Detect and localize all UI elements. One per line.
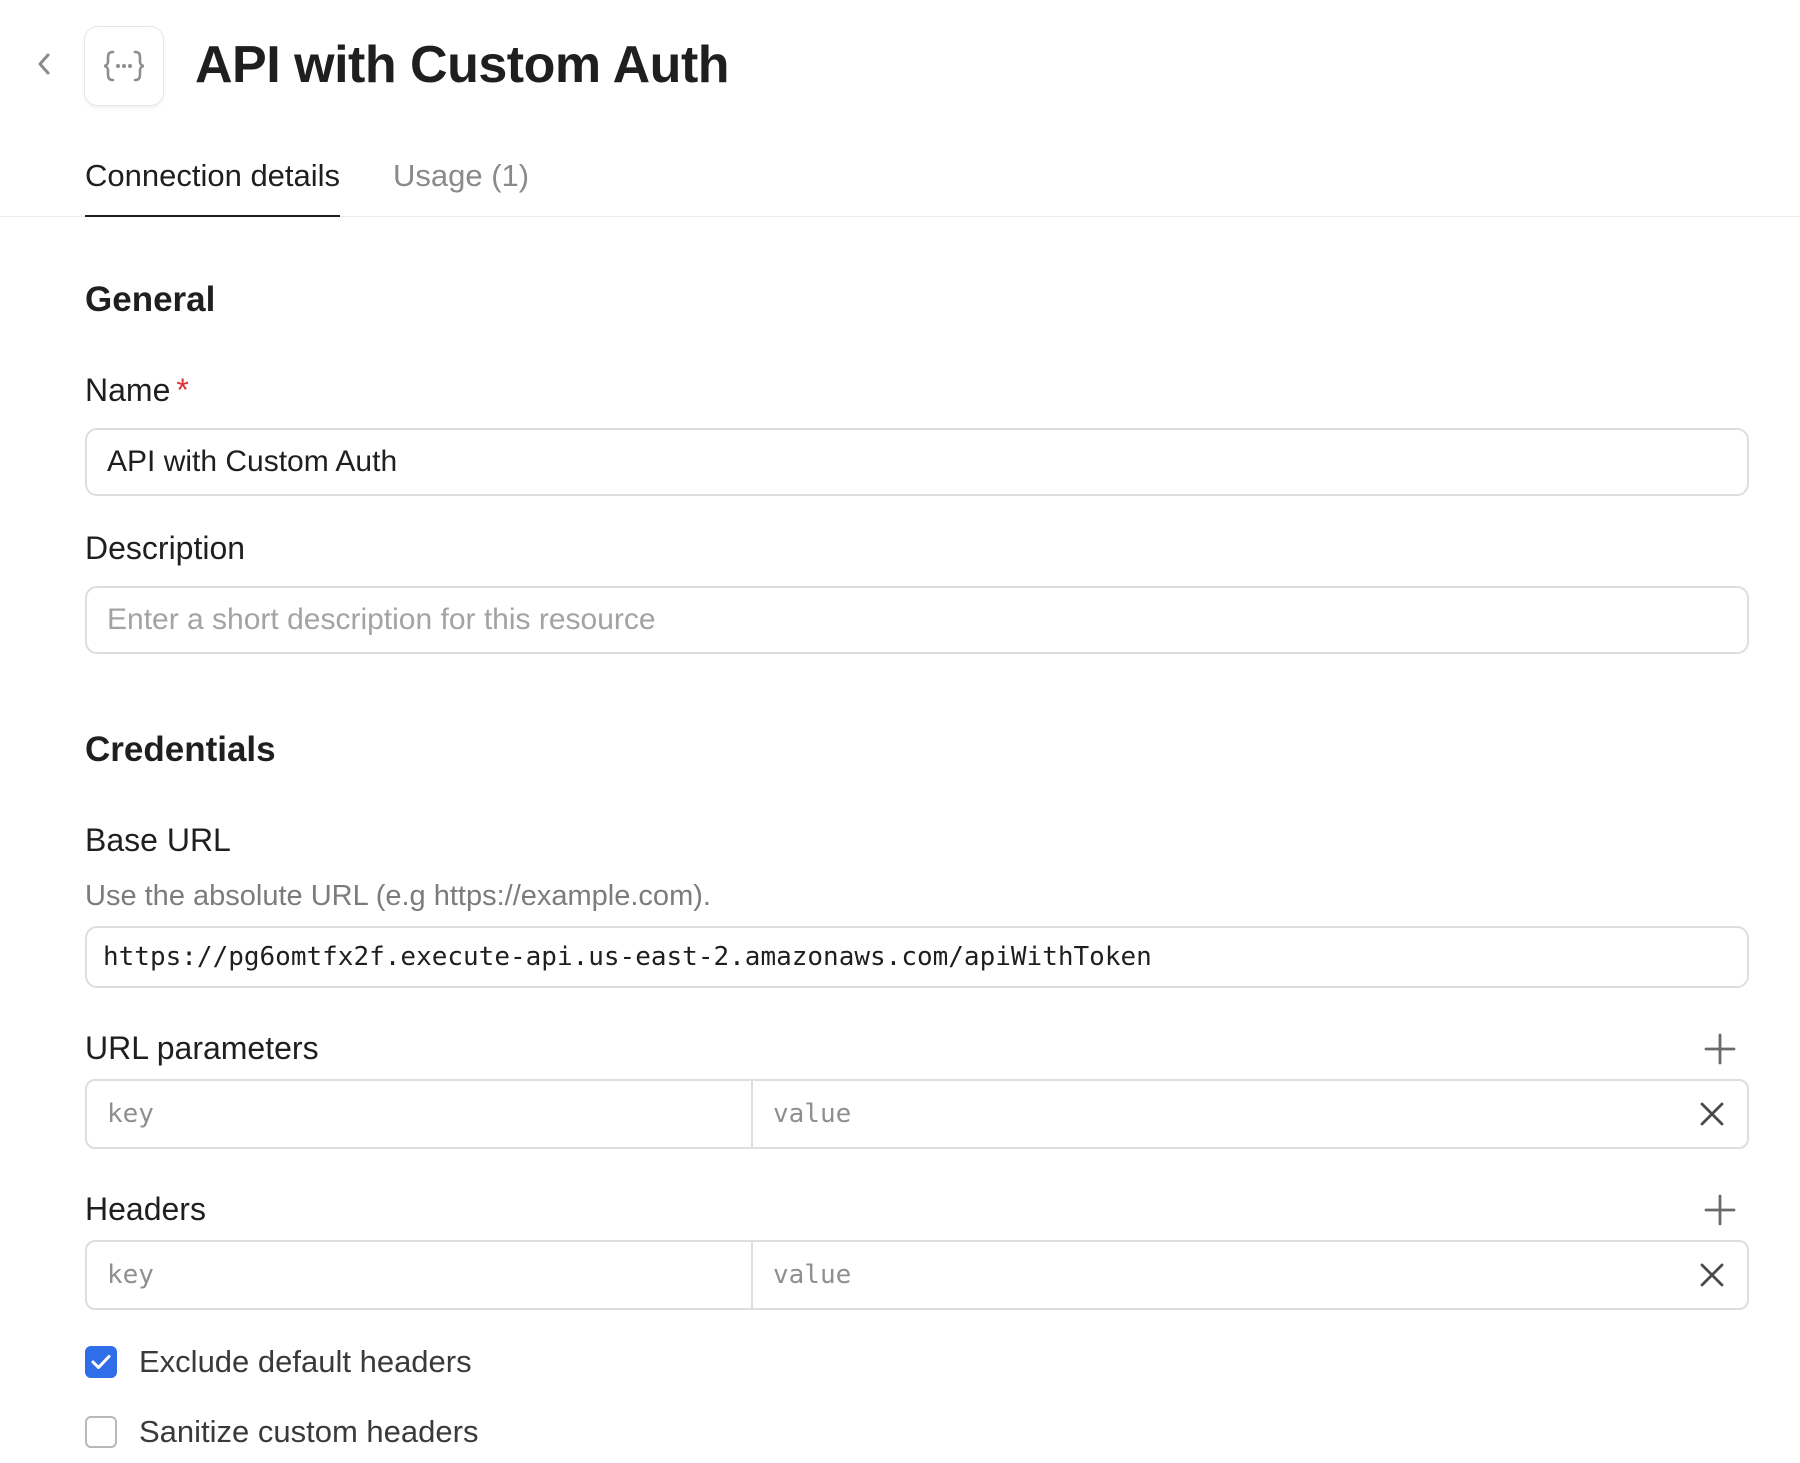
close-icon <box>1700 1263 1724 1287</box>
header-value-placeholder: value <box>773 1260 852 1290</box>
page-title: API with Custom Auth <box>195 36 730 94</box>
name-input[interactable]: API with Custom Auth <box>85 428 1749 496</box>
resource-settings-page: API with Custom Auth Connection details … <box>0 0 1800 1463</box>
name-label-text: Name <box>85 372 171 408</box>
url-parameter-value-placeholder: value <box>773 1099 852 1129</box>
headers-label: Headers <box>85 1191 206 1227</box>
checkmark-icon <box>91 1355 111 1369</box>
url-parameter-key-placeholder: key <box>107 1099 154 1129</box>
tab-usage[interactable]: Usage (1) <box>393 156 529 215</box>
section-title-credentials: Credentials <box>85 730 276 769</box>
required-marker: * <box>176 372 189 408</box>
tab-bar: Connection details Usage (1) <box>0 150 1800 217</box>
resource-type-icon <box>84 26 164 106</box>
description-label: Description <box>85 530 246 566</box>
add-header-button[interactable] <box>1700 1190 1740 1230</box>
back-button[interactable] <box>28 48 60 80</box>
api-braces-icon <box>103 50 145 82</box>
url-parameters-label: URL parameters <box>85 1030 319 1066</box>
exclude-default-headers-checkbox[interactable] <box>85 1346 117 1378</box>
url-parameter-value-input[interactable]: value <box>753 1081 1677 1147</box>
exclude-default-headers-option[interactable]: Exclude default headers <box>85 1344 472 1380</box>
sanitize-custom-headers-option[interactable]: Sanitize custom headers <box>85 1414 478 1450</box>
name-input-value: API with Custom Auth <box>107 445 398 478</box>
header-key-input[interactable]: key <box>87 1242 753 1308</box>
sanitize-custom-headers-label: Sanitize custom headers <box>139 1414 479 1449</box>
header-value-input[interactable]: value <box>753 1242 1677 1308</box>
header-row: key value <box>85 1240 1749 1310</box>
remove-url-parameter-button[interactable] <box>1677 1081 1747 1147</box>
url-parameter-key-input[interactable]: key <box>87 1081 753 1147</box>
sanitize-custom-headers-checkbox[interactable] <box>85 1416 117 1448</box>
url-parameter-row: key value <box>85 1079 1749 1149</box>
base-url-value: https://pg6omtfx2f.execute-api.us-east-2… <box>103 942 1152 972</box>
description-placeholder: Enter a short description for this resou… <box>107 603 656 636</box>
remove-header-button[interactable] <box>1677 1242 1747 1308</box>
base-url-helper: Use the absolute URL (e.g https://exampl… <box>85 880 711 912</box>
add-url-parameter-button[interactable] <box>1700 1029 1740 1069</box>
header-key-placeholder: key <box>107 1260 154 1290</box>
base-url-input[interactable]: https://pg6omtfx2f.execute-api.us-east-2… <box>85 926 1749 988</box>
chevron-left-icon <box>38 53 50 75</box>
exclude-default-headers-label: Exclude default headers <box>139 1344 472 1379</box>
name-label: Name * <box>85 372 189 409</box>
page-header: API with Custom Auth <box>0 0 1800 130</box>
plus-icon <box>1704 1033 1736 1065</box>
section-title-general: General <box>85 280 216 319</box>
base-url-label: Base URL <box>85 822 231 858</box>
close-icon <box>1700 1102 1724 1126</box>
plus-icon <box>1704 1194 1736 1226</box>
description-input[interactable]: Enter a short description for this resou… <box>85 586 1749 654</box>
tab-connection-details[interactable]: Connection details <box>85 156 341 217</box>
